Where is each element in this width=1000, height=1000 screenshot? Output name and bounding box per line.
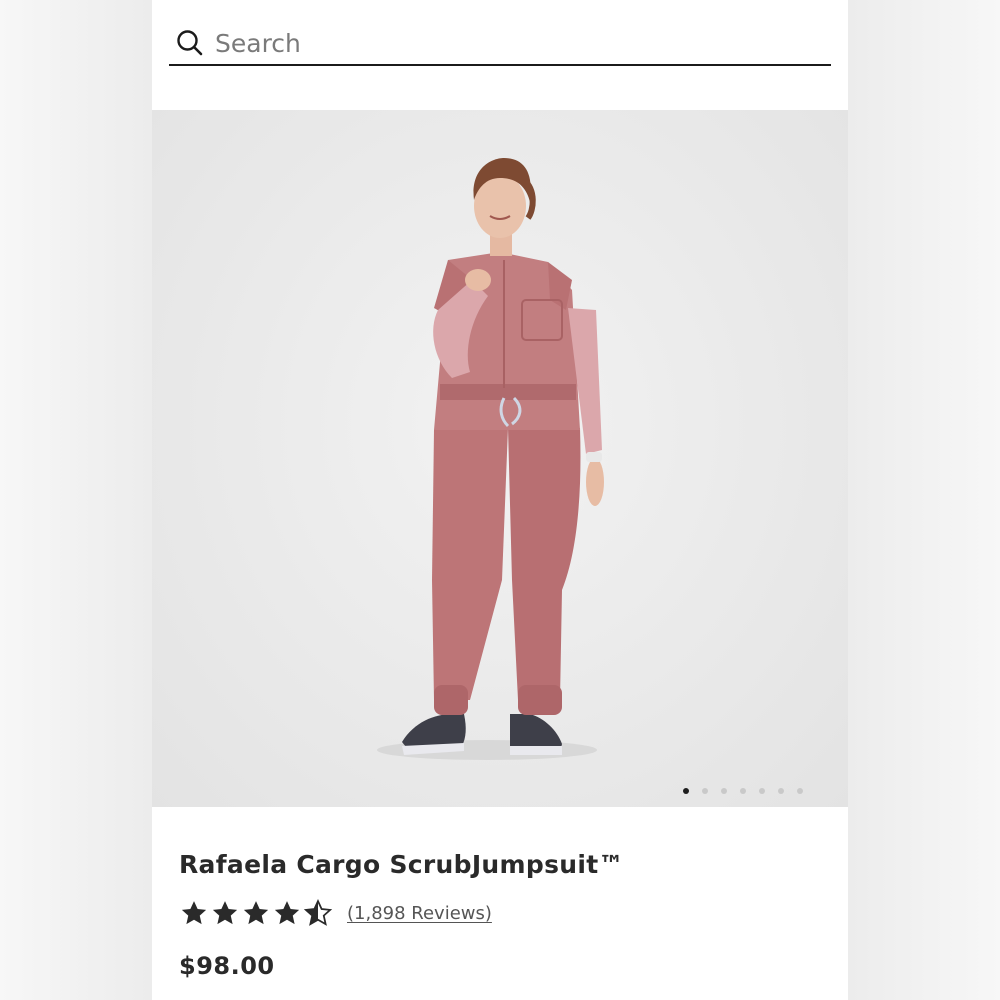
star-full-icon xyxy=(274,901,300,925)
star-full-icon xyxy=(212,901,238,925)
star-full-icon xyxy=(181,901,207,925)
carousel-dot[interactable] xyxy=(740,788,746,794)
carousel-dot[interactable] xyxy=(721,788,727,794)
star-rating xyxy=(179,898,333,928)
carousel-dot[interactable] xyxy=(683,788,689,794)
carousel-dot[interactable] xyxy=(797,788,803,794)
carousel-dot[interactable] xyxy=(759,788,765,794)
search-bar[interactable] xyxy=(169,22,831,66)
star-half-icon xyxy=(303,899,333,926)
product-image-carousel[interactable] xyxy=(152,110,848,807)
reviews-link[interactable]: (1,898 Reviews) xyxy=(347,903,492,924)
star-full-icon xyxy=(243,901,269,925)
carousel-dot[interactable] xyxy=(702,788,708,794)
backdrop-right xyxy=(848,0,1000,1000)
carousel-dots[interactable] xyxy=(683,788,803,794)
product-rating[interactable]: (1,898 Reviews) xyxy=(179,898,492,928)
search-input[interactable] xyxy=(215,28,775,58)
product-photo xyxy=(377,158,604,760)
product-page: Rafaela Cargo ScrubJumpsuit™ (1,898 Revi… xyxy=(152,0,848,1000)
product-title: Rafaela Cargo ScrubJumpsuit™ xyxy=(179,850,624,879)
product-price: $98.00 xyxy=(179,952,275,980)
backdrop-left xyxy=(0,0,152,1000)
carousel-dot[interactable] xyxy=(778,788,784,794)
search-icon[interactable] xyxy=(175,28,205,58)
